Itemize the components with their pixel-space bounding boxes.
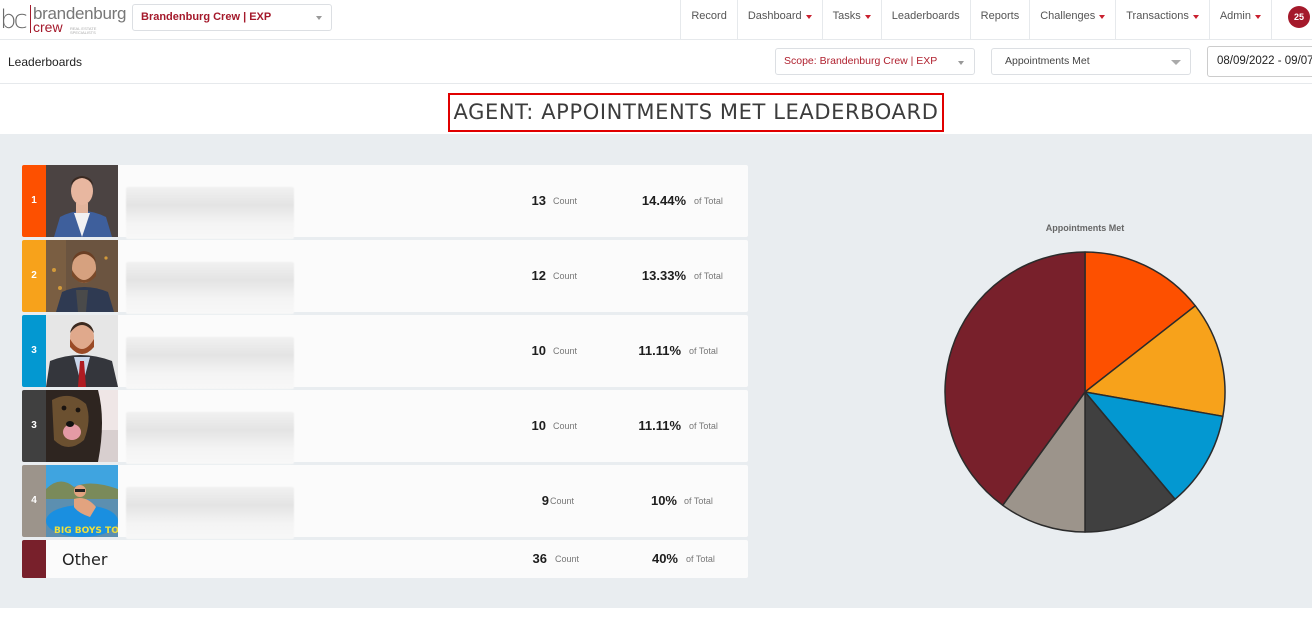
top-navbar: bc brandenburg crew REAL ESTATE SPECIALI… [0, 0, 1312, 40]
leaderboard-row[interactable]: 2 12 Count 13.33% of Total [22, 240, 748, 314]
percent-value: 13.33% [641, 268, 686, 283]
logo-tagline: REAL ESTATE SPECIALISTS [70, 26, 97, 35]
menu-item-label: Dashboard [747, 10, 802, 22]
count-value: 10 [531, 343, 546, 358]
chevron-down-icon [316, 16, 322, 20]
breadcrumb: Leaderboards [8, 55, 83, 69]
count-value: 10 [531, 418, 546, 433]
notification-badge[interactable]: 25 [1288, 6, 1310, 28]
chevron-down-icon [958, 61, 964, 65]
menu-item-admin[interactable]: Admin [1208, 0, 1271, 40]
leaderboard-panel: 1 13 Count 14.44% of Total 2 12 Count 13… [0, 134, 1312, 608]
notifications-menu[interactable]: 25 [1271, 0, 1312, 40]
caret-down-icon [1255, 15, 1261, 19]
leaderboard-list: 1 13 Count 14.44% of Total 2 12 Count 13… [22, 165, 748, 581]
menu-item-tasks[interactable]: Tasks [821, 0, 881, 40]
agent-name-redacted [126, 487, 294, 539]
scope-select-value: Scope: Brandenburg Crew | EXP [784, 55, 938, 67]
menu-item-label: Challenges [1040, 10, 1096, 22]
percent-label: of Total [694, 196, 723, 206]
menu-item-label: Transactions [1126, 10, 1189, 22]
main-menu: Record Dashboard Tasks Leaderboards Repo… [680, 0, 1312, 40]
count-label: Count [550, 496, 575, 506]
menu-item-record[interactable]: Record [680, 0, 736, 40]
svg-text:BIG BOYS TOYS: BIG BOYS TOYS [54, 526, 118, 536]
team-select-value: Brandenburg Crew | EXP [141, 11, 272, 23]
caret-down-icon [864, 15, 871, 19]
menu-item-dashboard[interactable]: Dashboard [736, 0, 822, 40]
other-color-swatch [22, 540, 46, 578]
rank-badge: 3 [22, 390, 46, 462]
leaderboard-row[interactable]: 1 13 Count 14.44% of Total [22, 165, 748, 239]
page-toolbar: Leaderboards Scope: Brandenburg Crew | E… [0, 40, 1312, 84]
count-label: Count [553, 196, 578, 206]
menu-item-reports[interactable]: Reports [969, 0, 1030, 40]
pie-chart-svg [944, 251, 1226, 533]
percent-label: of Total [694, 271, 723, 281]
percent-label: of Total [689, 421, 718, 431]
menu-item-label: Admin [1219, 10, 1251, 22]
caret-down-icon [1192, 15, 1199, 19]
count-value: 12 [531, 268, 546, 283]
percent-label: of Total [684, 496, 713, 506]
leaderboard-row[interactable]: 3 10 Count 11.11% of Total [22, 315, 748, 389]
menu-item-label: Leaderboards [891, 10, 960, 22]
rank-badge: 1 [22, 165, 46, 237]
team-select[interactable]: Brandenburg Crew | EXP [132, 4, 332, 31]
agent-photo [46, 165, 118, 237]
count-label: Count [553, 271, 578, 281]
date-range-input[interactable]: 08/09/2022 - 09/07 [1207, 46, 1312, 77]
rank-badge: 3 [22, 315, 46, 387]
caret-down-icon [805, 15, 812, 19]
other-label: Other [62, 550, 108, 569]
menu-item-challenges[interactable]: Challenges [1029, 0, 1115, 40]
menu-item-transactions[interactable]: Transactions [1115, 0, 1209, 40]
metric-select-value: Appointments Met [1005, 55, 1090, 67]
menu-item-label: Tasks [832, 10, 861, 22]
scope-select[interactable]: Scope: Brandenburg Crew | EXP [775, 48, 975, 75]
logo-divider [30, 5, 31, 33]
count-value: 13 [531, 193, 546, 208]
agent-photo [46, 240, 118, 312]
percent-label: of Total [686, 554, 715, 564]
percent-value: 11.11% [638, 343, 681, 358]
logo-mark: bc [0, 5, 28, 35]
percent-label: of Total [689, 346, 718, 356]
count-label: Count [555, 554, 580, 564]
chevron-down-icon [1171, 60, 1181, 65]
percent-value: 11.11% [638, 418, 681, 433]
agent-name-redacted [126, 187, 294, 239]
count-value: 9 [541, 493, 549, 508]
count-label: Count [553, 346, 578, 356]
menu-item-label: Reports [980, 10, 1020, 22]
menu-item-label: Record [691, 10, 727, 22]
percent-value: 40% [651, 551, 678, 566]
agent-photo [46, 390, 118, 462]
date-range-value: 08/09/2022 - 09/07 [1217, 55, 1312, 67]
percent-value: 14.44% [641, 193, 686, 208]
leaderboard-row[interactable]: 4 BIG BOYS TOYS 9 Count 10% of Total [22, 465, 748, 539]
percent-value: 10% [650, 493, 677, 508]
count-value: 36 [532, 551, 547, 566]
rank-badge: 2 [22, 240, 46, 312]
agent-name-redacted [126, 412, 294, 464]
menu-item-leaderboards[interactable]: Leaderboards [880, 0, 970, 40]
agent-photo: BIG BOYS TOYS [46, 465, 118, 537]
rank-badge: 4 [22, 465, 46, 537]
leaderboard-row-other[interactable]: Other 36 Count 40% of Total [22, 540, 748, 578]
pie-chart: Appointments Met [930, 216, 1240, 536]
agent-name-redacted [126, 262, 294, 314]
title-bar: AGENT: APPOINTMENTS MET LEADERBOARD [0, 85, 1312, 134]
leaderboard-row[interactable]: 3 10 Count 11.11% of Total [22, 390, 748, 464]
agent-name-redacted [126, 337, 294, 389]
metric-select[interactable]: Appointments Met [991, 48, 1191, 75]
caret-down-icon [1099, 15, 1106, 19]
agent-photo [46, 315, 118, 387]
logo-text-line2: crew [33, 19, 63, 35]
brand-logo[interactable]: bc brandenburg crew REAL ESTATE SPECIALI… [0, 3, 126, 35]
page-title: AGENT: APPOINTMENTS MET LEADERBOARD [448, 93, 944, 132]
count-label: Count [553, 421, 578, 431]
